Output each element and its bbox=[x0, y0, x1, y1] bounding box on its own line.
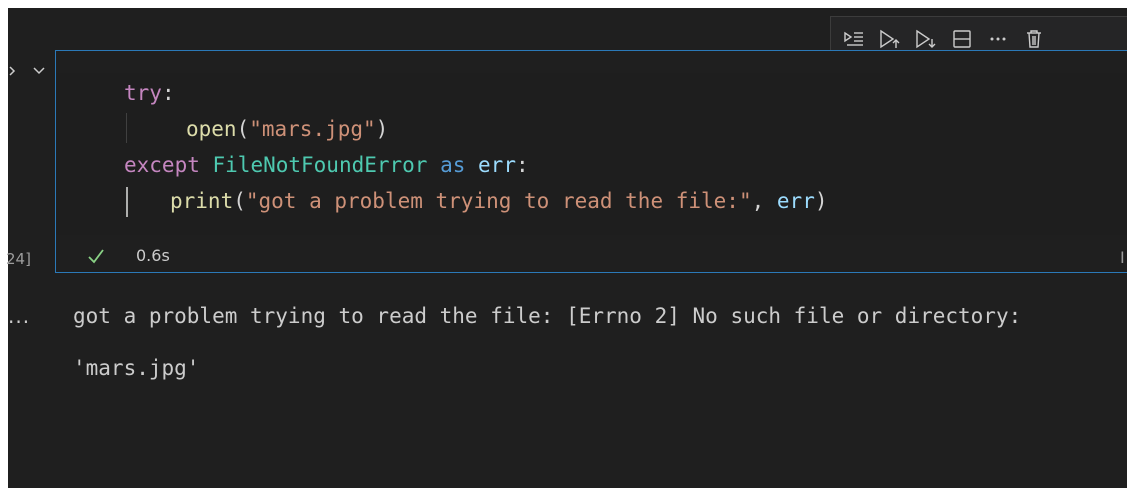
code-token: err bbox=[478, 153, 516, 177]
code-token: : bbox=[515, 153, 529, 177]
chevron-right-icon bbox=[9, 66, 16, 76]
code-line-1: try: bbox=[124, 77, 175, 109]
check-icon bbox=[88, 249, 104, 264]
execution-time: 0.6s bbox=[136, 246, 170, 265]
execution-count: 24] bbox=[6, 250, 31, 268]
window-left-edge bbox=[0, 0, 8, 488]
code-token: ) bbox=[814, 189, 828, 213]
cell-status-row: 0.6s bbox=[56, 242, 1127, 270]
code-token: open bbox=[186, 117, 237, 141]
code-token: , bbox=[751, 189, 777, 213]
code-token: : bbox=[161, 81, 175, 105]
execute-below-icon[interactable] bbox=[915, 28, 937, 50]
code-token: print bbox=[170, 189, 234, 213]
output-actions-icon[interactable]: ... bbox=[8, 304, 30, 328]
code-line-2: open("mars.jpg") bbox=[186, 113, 388, 145]
code-token: ( bbox=[233, 189, 246, 213]
chevron-down-icon bbox=[33, 67, 45, 75]
execute-above-icon[interactable] bbox=[879, 28, 901, 50]
window-top-edge bbox=[0, 0, 1127, 8]
code-token: except bbox=[124, 153, 213, 177]
text-cursor bbox=[126, 187, 128, 217]
code-line-4: print("got a problem trying to read the … bbox=[170, 185, 828, 217]
code-token: err bbox=[776, 189, 815, 213]
delete-cell-icon[interactable] bbox=[1023, 28, 1045, 50]
code-token: try bbox=[124, 81, 162, 105]
code-editor[interactable]: try: open("mars.jpg") except FileNotFoun… bbox=[56, 73, 1127, 235]
more-actions-icon[interactable] bbox=[987, 28, 1009, 50]
code-token: ( bbox=[236, 117, 250, 141]
code-token: as bbox=[427, 153, 479, 177]
run-by-line-icon[interactable] bbox=[843, 28, 865, 50]
collapse-cell-chevron[interactable] bbox=[8, 62, 48, 82]
code-token: "got a problem trying to read the file:" bbox=[245, 189, 752, 213]
code-line-3: except FileNotFoundError as err: bbox=[124, 149, 529, 181]
code-token: FileNotFoundError bbox=[212, 153, 428, 177]
cell-output-text: got a problem trying to read the file: [… bbox=[73, 304, 1022, 380]
code-token: "mars.jpg" bbox=[249, 117, 376, 141]
cell-right-marker: I bbox=[1120, 248, 1125, 267]
code-token: ) bbox=[375, 117, 389, 141]
split-cell-icon[interactable] bbox=[951, 28, 973, 50]
code-cell[interactable]: try: open("mars.jpg") except FileNotFoun… bbox=[55, 50, 1127, 273]
indent-guide bbox=[126, 113, 127, 143]
